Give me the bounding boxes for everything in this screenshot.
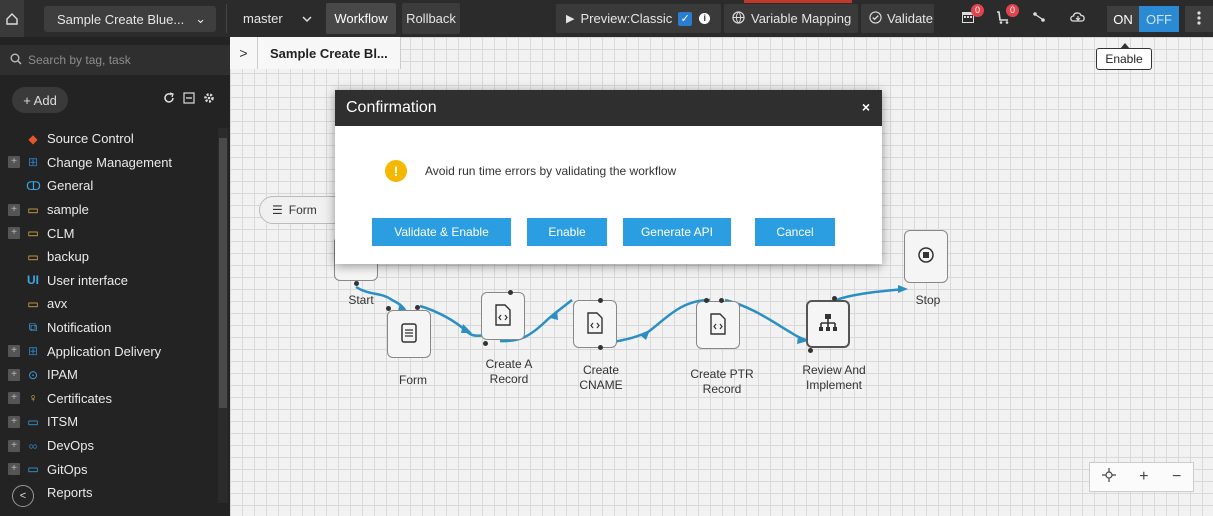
start-node-label: Start [348,293,374,307]
zoom-in-icon[interactable]: + [1139,468,1148,486]
create-a-record-label: Create A Record [485,357,533,386]
form-node[interactable] [387,310,431,358]
validate-and-enable-button[interactable]: Validate & Enable [372,218,511,246]
dialog-header: Confirmation × [335,90,882,126]
code-file-icon [709,312,727,338]
stop-icon [917,246,935,267]
create-cname-label: Create CNAME [579,363,623,392]
connector-dot [598,345,603,350]
connector-dot [508,290,513,295]
link-review-stop [835,287,906,302]
form-doc-icon [401,322,417,346]
stop-node[interactable] [904,230,948,283]
hierarchy-icon [818,313,838,336]
connector-dot [704,298,709,303]
review-and-implement-node[interactable] [806,300,850,348]
create-ptr-record-label: Create PTR Record [690,367,754,396]
info-warning-icon: ! [385,160,407,182]
zoom-out-icon[interactable]: − [1172,468,1181,486]
create-ptr-record-node[interactable] [696,301,740,349]
enable-button[interactable]: Enable [527,218,607,246]
connector-dot [386,306,391,311]
zoom-controls: + − [1089,462,1194,492]
review-and-implement-label: Review And Implement [802,363,866,392]
code-file-icon [494,303,512,329]
enable-tooltip: Enable [1096,43,1152,70]
generate-api-button[interactable]: Generate API [623,218,731,246]
connector-dot [598,298,603,303]
create-cname-node[interactable] [573,300,617,348]
recenter-icon[interactable] [1101,467,1116,487]
code-file-icon [586,311,604,337]
dialog-message: ! Avoid run time errors by validating th… [385,160,676,182]
connector-dot [808,348,813,353]
confirmation-dialog: Confirmation × ! Avoid run time errors b… [335,90,882,264]
connector-dot [832,296,837,301]
dialog-message-text: Avoid run time errors by validating the … [425,164,677,178]
connector-dot [354,281,359,286]
cancel-button[interactable]: Cancel [755,218,835,246]
dialog-title: Confirmation [346,99,437,116]
stop-node-label: Stop [915,293,941,307]
connector-dot [719,298,724,303]
create-a-record-node[interactable] [481,292,525,340]
connector-dot [415,305,420,310]
close-icon[interactable]: × [862,99,870,115]
form-node-label: Form [399,373,427,387]
connector-dot [483,341,488,346]
